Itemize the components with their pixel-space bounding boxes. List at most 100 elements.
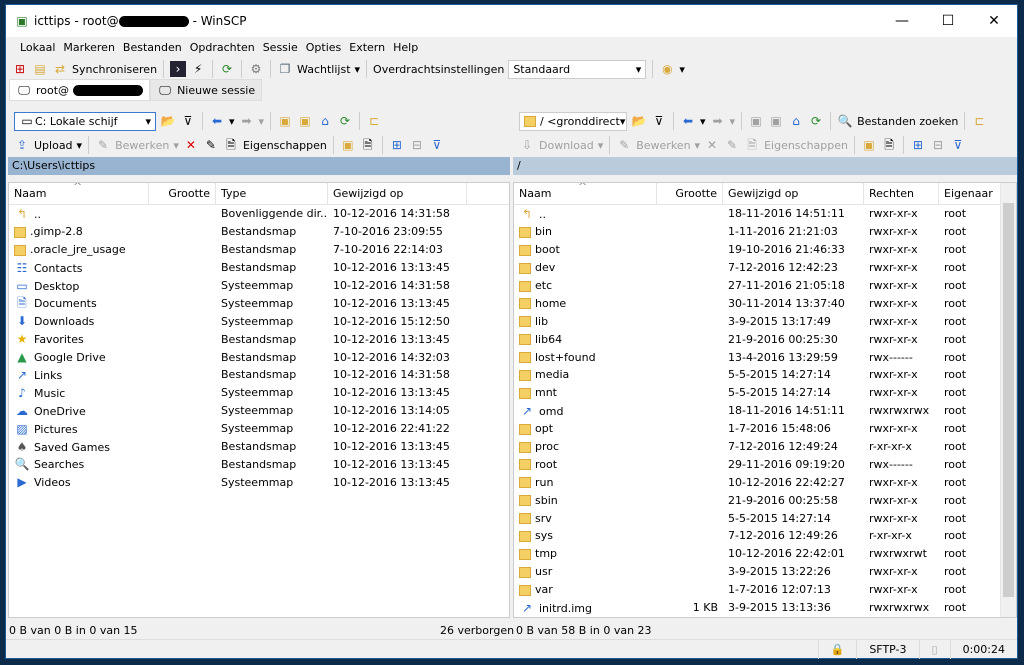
delete-icon[interactable]: ✕ (183, 137, 199, 153)
shortcut-icon[interactable]: 🗎 (360, 137, 376, 153)
putty-icon[interactable]: ⚡ (190, 61, 206, 77)
new-folder-icon[interactable]: ▣ (861, 137, 877, 153)
new-folder-icon[interactable]: ▣ (340, 137, 356, 153)
queue-icon[interactable]: ❐ (277, 61, 293, 77)
file-row[interactable]: ↗ omd 18-11-2016 14:51:11 rwxrwxrwx root (514, 402, 1016, 420)
refresh-icon[interactable]: ⟳ (337, 113, 353, 129)
file-row[interactable]: srv 5-5-2015 14:27:14 rwxr-xr-x root (514, 509, 1016, 527)
file-row[interactable]: ↰.. Bovenliggende dir... 10-12-2016 14:31:… (9, 205, 509, 223)
menu-markeren[interactable]: Markeren (59, 41, 119, 54)
tab-new-session[interactable]: 🖵 Nieuwe sessie (150, 79, 263, 101)
file-row[interactable]: proc 7-12-2016 12:49:24 r-xr-xr-x root (514, 438, 1016, 456)
filter-select-icon[interactable]: ⊽ (429, 137, 445, 153)
select-minus-icon[interactable]: ⊟ (409, 137, 425, 153)
root-dir-icon[interactable]: ▣ (297, 113, 313, 129)
file-row[interactable]: usr 3-9-2015 13:22:26 rwxr-xr-x root (514, 563, 1016, 581)
file-row[interactable]: ⬇ Downloads Systeemmap 10-12-2016 15:12:50 (9, 312, 509, 330)
synchronize-icon[interactable]: ⇄ (52, 61, 68, 77)
edit-icon[interactable]: ✎ (616, 137, 632, 153)
edit-icon[interactable]: ✎ (95, 137, 111, 153)
file-row[interactable]: tmp 10-12-2016 22:42:01 rwxrwxrwt root (514, 545, 1016, 563)
remote-path-select[interactable]: / <gronddirect ▾ (519, 111, 627, 131)
menu-opties[interactable]: Opties (302, 41, 346, 54)
file-row[interactable]: home 30-11-2014 13:37:40 rwxr-xr-x root (514, 294, 1016, 312)
tree-icon[interactable]: ⊏ (971, 113, 987, 129)
queue-button[interactable]: Wachtlijst (297, 63, 350, 76)
column-header-grootte[interactable]: Grootte (657, 183, 723, 204)
vertical-scrollbar[interactable] (1000, 183, 1016, 617)
file-row[interactable]: ★ Favorites Bestandsmap 10-12-2016 13:13:45 (9, 330, 509, 348)
open-folder-icon[interactable]: 📂 (160, 113, 176, 129)
select-plus-icon[interactable]: ⊞ (910, 137, 926, 153)
upload-icon[interactable]: ⇪ (14, 137, 30, 153)
forward-icon[interactable]: ➡ (710, 113, 726, 129)
file-row[interactable]: ☷ Contacts Bestandsmap 10-12-2016 13:13:45 (9, 259, 509, 277)
file-row[interactable]: ♠ Saved Games Bestandsmap 10-12-2016 13:13:… (9, 438, 509, 456)
download-button[interactable]: Download (539, 139, 594, 152)
file-row[interactable]: ▭ Desktop Systeemmap 10-12-2016 14:31:58 (9, 277, 509, 295)
file-row[interactable]: .oracle_jre_usage Bestandsmap 7-10-2016 22… (9, 241, 509, 259)
properties-button[interactable]: Eigenschappen (243, 139, 327, 152)
file-row[interactable]: lib 3-9-2015 13:17:49 rwxr-xr-x root (514, 312, 1016, 330)
file-row[interactable]: var 1-7-2016 12:07:13 rwxr-xr-x root (514, 581, 1016, 599)
file-row[interactable]: root 29-11-2016 09:19:20 rwx------ root (514, 455, 1016, 473)
terminal-icon[interactable]: › (170, 61, 187, 77)
file-row[interactable]: ▲ Google Drive Bestandsmap 10-12-2016 14:32… (9, 348, 509, 366)
synchronize-button[interactable]: Synchroniseren (72, 63, 157, 76)
globe-sync-icon[interactable]: ◉ (659, 61, 675, 77)
file-row[interactable]: media 5-5-2015 14:27:14 rwxr-xr-x root (514, 366, 1016, 384)
file-row[interactable]: ↗ Links Bestandsmap 10-12-2016 14:31:58 (9, 366, 509, 384)
properties-button[interactable]: Eigenschappen (764, 139, 848, 152)
sync-browse-icon[interactable]: ▤ (32, 61, 48, 77)
file-row[interactable]: run 10-12-2016 22:42:27 rwxr-xr-x root (514, 473, 1016, 491)
properties-icon[interactable]: 🗎 (223, 137, 239, 153)
menu-bestanden[interactable]: Bestanden (119, 41, 186, 54)
refresh-session-icon[interactable]: ⟳ (219, 61, 235, 77)
file-row[interactable]: lost+found 13-4-2016 13:29:59 rwx------ roo… (514, 348, 1016, 366)
file-row[interactable]: mnt 5-5-2015 14:27:14 rwxr-xr-x root (514, 384, 1016, 402)
file-row[interactable]: bin 1-11-2016 21:21:03 rwxr-xr-x root (514, 223, 1016, 241)
file-row[interactable]: etc 27-11-2016 21:05:18 rwxr-xr-x root (514, 277, 1016, 295)
column-header-eigenaar[interactable]: Eigenaar (939, 183, 1001, 204)
column-header-type[interactable]: Type (216, 183, 328, 204)
delete-icon[interactable]: ✕ (704, 137, 720, 153)
filter-icon[interactable]: ⊽ (651, 113, 667, 129)
edit-button[interactable]: Bewerken (636, 139, 690, 152)
maximize-button[interactable]: ☐ (925, 13, 971, 29)
file-row[interactable]: boot 19-10-2016 21:46:33 rwxr-xr-x root (514, 241, 1016, 259)
file-row[interactable]: ♪ Music Systeemmap 10-12-2016 13:13:45 (9, 384, 509, 402)
column-header-rechten[interactable]: Rechten (864, 183, 939, 204)
back-icon[interactable]: ⬅ (209, 113, 225, 129)
tree-icon[interactable]: ⊏ (366, 113, 382, 129)
home-icon[interactable]: ⌂ (317, 113, 333, 129)
select-minus-icon[interactable]: ⊟ (930, 137, 946, 153)
menu-sessie[interactable]: Sessie (259, 41, 302, 54)
scrollbar-thumb[interactable] (1003, 203, 1014, 597)
home-icon[interactable]: ⌂ (788, 113, 804, 129)
refresh-icon[interactable]: ⟳ (808, 113, 824, 129)
download-icon[interactable]: ⇩ (519, 137, 535, 153)
close-button[interactable]: ✕ (971, 13, 1017, 29)
drive-select[interactable]: ▭ C: Lokale schijf ▾ (14, 111, 156, 131)
menu-extern[interactable]: Extern (345, 41, 389, 54)
file-row[interactable]: ↗ initrd.img 1 KB 3-9-2015 13:13:36 rwxrwxrw… (514, 599, 1016, 617)
file-row[interactable]: .gimp-2.8 Bestandsmap 7-10-2016 23:09:55 (9, 223, 509, 241)
filter-icon[interactable]: ⊽ (180, 113, 196, 129)
minimize-button[interactable]: — (879, 13, 925, 29)
open-folder-icon[interactable]: 📂 (631, 113, 647, 129)
file-row[interactable]: opt 1-7-2016 15:48:06 rwxr-xr-x root (514, 420, 1016, 438)
forward-icon[interactable]: ➡ (239, 113, 255, 129)
edit-button[interactable]: Bewerken (115, 139, 169, 152)
filter-select-icon[interactable]: ⊽ (950, 137, 966, 153)
tab-session[interactable]: 🖵 root@ (9, 79, 151, 101)
file-row[interactable]: ☁ OneDrive Systeemmap 10-12-2016 13:14:05 (9, 402, 509, 420)
rename-icon[interactable]: ✎ (203, 137, 219, 153)
properties-icon[interactable]: 🗎 (744, 137, 760, 153)
compare-icon[interactable]: ⊞ (12, 61, 28, 77)
parent-dir-icon[interactable]: ▣ (277, 113, 293, 129)
file-row[interactable]: lib64 21-9-2016 00:25:30 rwxr-xr-x root (514, 330, 1016, 348)
column-header-gewijzigd-op[interactable]: Gewijzigd op (328, 183, 467, 204)
rename-icon[interactable]: ✎ (724, 137, 740, 153)
menu-opdrachten[interactable]: Opdrachten (186, 41, 259, 54)
file-row[interactable]: ↰.. 18-11-2016 14:51:11 rwxr-xr-x root (514, 205, 1016, 223)
